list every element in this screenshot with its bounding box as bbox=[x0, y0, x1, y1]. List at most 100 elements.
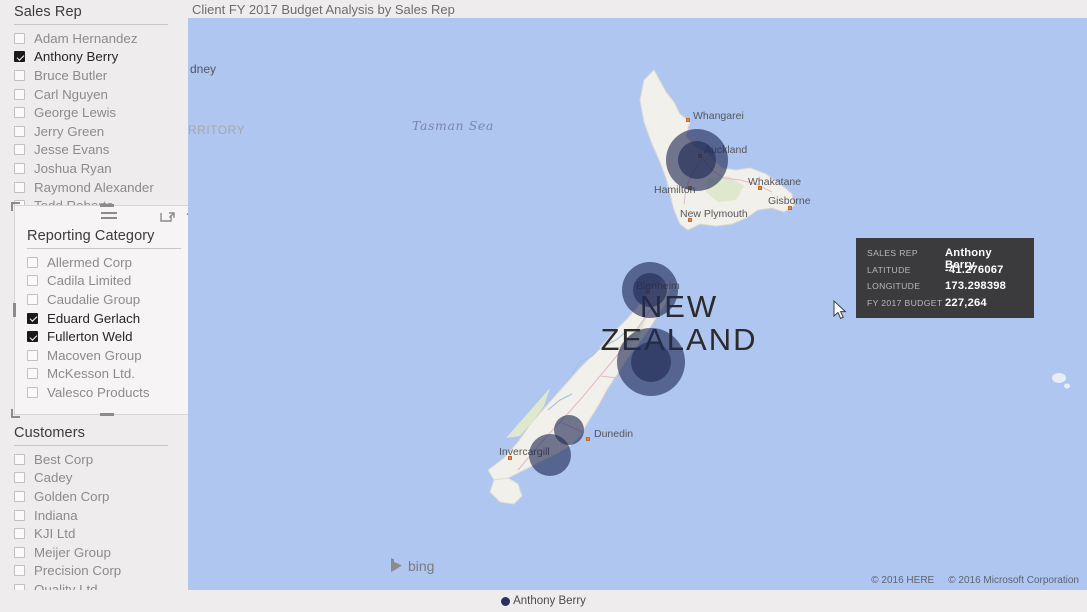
map-city-label: Whangarei bbox=[693, 110, 744, 122]
checkbox-unchecked-icon[interactable] bbox=[27, 349, 38, 361]
checkbox-checked-icon[interactable] bbox=[27, 331, 38, 343]
tooltip-row-value: 227,264 bbox=[945, 296, 987, 309]
country-label-line1: NEW bbox=[639, 289, 719, 324]
checkbox-unchecked-icon[interactable] bbox=[14, 453, 25, 465]
checkbox-unchecked-icon[interactable] bbox=[27, 386, 38, 398]
focus-mode-icon[interactable] bbox=[160, 209, 176, 223]
checkbox-unchecked-icon[interactable] bbox=[14, 32, 25, 44]
checkbox-unchecked-icon[interactable] bbox=[14, 565, 25, 577]
slicer-reporting-category[interactable]: ··· Reporting Category Allermed Corp Cadi… bbox=[0, 202, 203, 418]
filter-icon[interactable] bbox=[101, 209, 119, 223]
slicer-customers-item[interactable]: Golden Corp bbox=[14, 487, 172, 506]
checkbox-unchecked-icon[interactable] bbox=[27, 293, 38, 305]
slicer-sales-rep-item[interactable]: Raymond Alexander bbox=[14, 178, 172, 197]
slicer-sales-rep-item-label: Anthony Berry bbox=[34, 49, 119, 65]
resize-handle-top-left[interactable] bbox=[11, 202, 20, 211]
checkbox-unchecked-icon[interactable] bbox=[14, 509, 25, 521]
tooltip-row: LATITUDE -41.276067 bbox=[867, 264, 1023, 281]
slicer-list-reporting-category[interactable]: Allermed Corp Cadila Limited Caudalie Grou… bbox=[27, 253, 187, 402]
checkbox-unchecked-icon[interactable] bbox=[14, 125, 25, 137]
slicer-reporting-category-item-label: Fullerton Weld bbox=[47, 329, 133, 345]
slicer-customers[interactable]: Customers Best Corp Cadey Golden Corp India… bbox=[0, 425, 186, 612]
resize-handle-top[interactable] bbox=[100, 204, 114, 207]
checkbox-checked-icon[interactable] bbox=[14, 51, 25, 63]
slicer-reporting-category-item[interactable]: Allermed Corp bbox=[27, 253, 187, 272]
checkbox-unchecked-icon[interactable] bbox=[14, 546, 25, 558]
checkbox-unchecked-icon[interactable] bbox=[14, 107, 25, 119]
tooltip-row-key: FY 2017 BUDGET bbox=[867, 297, 943, 308]
slicer-customers-item-label: Golden Corp bbox=[34, 488, 110, 504]
resize-handle-bottom[interactable] bbox=[100, 413, 114, 416]
slicer-customers-item[interactable]: Indiana bbox=[14, 506, 172, 525]
legend-color-dot-icon bbox=[501, 596, 511, 606]
map-city-label: Dunedin bbox=[594, 428, 634, 440]
attribution-here: © 2016 HERE bbox=[871, 575, 935, 586]
slicer-sales-rep-item[interactable]: George Lewis bbox=[14, 103, 172, 122]
map-bubble[interactable] bbox=[633, 273, 667, 307]
bing-logo[interactable]: bing bbox=[390, 557, 434, 574]
slicer-sales-rep-item[interactable]: Jesse Evans bbox=[14, 141, 172, 160]
slicer-sales-rep-item[interactable]: Joshua Ryan bbox=[14, 159, 172, 178]
slicer-customers-item[interactable]: KJI Ltd bbox=[14, 524, 172, 543]
checkbox-unchecked-icon[interactable] bbox=[27, 256, 38, 268]
checkbox-unchecked-icon[interactable] bbox=[14, 490, 25, 502]
checkbox-unchecked-icon[interactable] bbox=[14, 144, 25, 156]
resize-handle-bottom-left[interactable] bbox=[11, 409, 20, 418]
slicer-title-reporting-category: Reporting Category bbox=[27, 228, 181, 249]
slicer-sales-rep-item[interactable]: Anthony Berry bbox=[14, 48, 172, 67]
checkbox-unchecked-icon[interactable] bbox=[14, 181, 25, 193]
slicer-customers-item-label: Meijer Group bbox=[34, 544, 111, 560]
slicer-reporting-category-item-label: Caudalie Group bbox=[47, 291, 141, 307]
page-title: Client FY 2017 Budget Analysis by Sales … bbox=[192, 2, 455, 17]
slicer-sales-rep-item-label: Adam Hernandez bbox=[34, 30, 138, 46]
checkbox-unchecked-icon[interactable] bbox=[14, 162, 25, 174]
map-bubble[interactable] bbox=[529, 434, 571, 476]
checkbox-unchecked-icon[interactable] bbox=[27, 275, 38, 287]
slicer-reporting-category-item-label: Eduard Gerlach bbox=[47, 310, 141, 326]
checkbox-checked-icon[interactable] bbox=[27, 312, 38, 324]
mouse-cursor-icon bbox=[833, 299, 847, 320]
map-attribution: © 2016 HERE © 2016 Microsoft Corporation bbox=[871, 575, 1079, 586]
legend-item[interactable]: Anthony Berry bbox=[501, 595, 586, 607]
resize-handle-left[interactable] bbox=[13, 303, 16, 317]
slicer-panel: Sales Rep Adam Hernandez Anthony Berry Bru… bbox=[0, 0, 203, 612]
slicer-reporting-category-item[interactable]: Macoven Group bbox=[27, 346, 187, 365]
slicer-sales-rep-item[interactable]: Jerry Green bbox=[14, 122, 172, 141]
slicer-customers-item-label: Precision Corp bbox=[34, 563, 122, 579]
map-city-dot-icon bbox=[586, 437, 590, 441]
slicer-reporting-category-item[interactable]: Cadila Limited bbox=[27, 272, 187, 291]
checkbox-unchecked-icon[interactable] bbox=[14, 472, 25, 484]
slicer-reporting-category-item[interactable]: Eduard Gerlach bbox=[27, 309, 187, 328]
slicer-sales-rep-item-label: Bruce Butler bbox=[34, 67, 108, 83]
slicer-sales-rep[interactable]: Sales Rep Adam Hernandez Anthony Berry Bru… bbox=[0, 4, 186, 215]
map-bubble[interactable] bbox=[631, 342, 671, 382]
slicer-reporting-category-item[interactable]: Caudalie Group bbox=[27, 290, 187, 309]
slicer-sales-rep-item[interactable]: Adam Hernandez bbox=[14, 29, 172, 48]
map-bubble[interactable] bbox=[678, 141, 716, 179]
slicer-customers-item[interactable]: Cadey bbox=[14, 469, 172, 488]
checkbox-unchecked-icon[interactable] bbox=[27, 368, 38, 380]
slicer-reporting-category-item[interactable]: Fullerton Weld bbox=[27, 327, 187, 346]
checkbox-unchecked-icon[interactable] bbox=[14, 69, 25, 81]
slicer-customers-item[interactable]: Precision Corp bbox=[14, 562, 172, 581]
slicer-list-customers[interactable]: Best Corp Cadey Golden Corp Indiana KJI Ltd M… bbox=[14, 450, 172, 612]
checkbox-unchecked-icon[interactable] bbox=[14, 528, 25, 540]
checkbox-unchecked-icon[interactable] bbox=[14, 88, 25, 100]
slicer-reporting-category-item[interactable]: McKesson Ltd. bbox=[27, 365, 187, 384]
report-canvas: Sales Rep Adam Hernandez Anthony Berry Bru… bbox=[0, 0, 1087, 612]
slicer-reporting-category-item[interactable]: Valesco Products bbox=[27, 383, 187, 402]
slicer-title-sales-rep: Sales Rep bbox=[14, 4, 168, 25]
slicer-customers-item[interactable]: Best Corp bbox=[14, 450, 172, 469]
slicer-sales-rep-item-label: George Lewis bbox=[34, 105, 117, 121]
map-visual[interactable]: dney RRITORY Tasman Sea NEW ZEALAND Whang… bbox=[188, 18, 1087, 590]
slicer-sales-rep-item[interactable]: Carl Nguyen bbox=[14, 85, 172, 104]
tooltip-rows: SALES REP Anthony Berry LATITUDE -41.276067… bbox=[867, 247, 1023, 313]
slicer-sales-rep-item[interactable]: Bruce Butler bbox=[14, 66, 172, 85]
map-edge-label: RRITORY bbox=[188, 123, 246, 137]
slicer-customers-item[interactable]: Meijer Group bbox=[14, 543, 172, 562]
map-city-label: New Plymouth bbox=[680, 208, 748, 220]
slicer-list-sales-rep[interactable]: Adam Hernandez Anthony Berry Bruce Butler C… bbox=[14, 29, 172, 215]
visual-header-toolbar[interactable]: ··· bbox=[15, 206, 203, 228]
bing-label: bing bbox=[408, 557, 435, 574]
slicer-sales-rep-item-label: Jesse Evans bbox=[34, 142, 110, 158]
